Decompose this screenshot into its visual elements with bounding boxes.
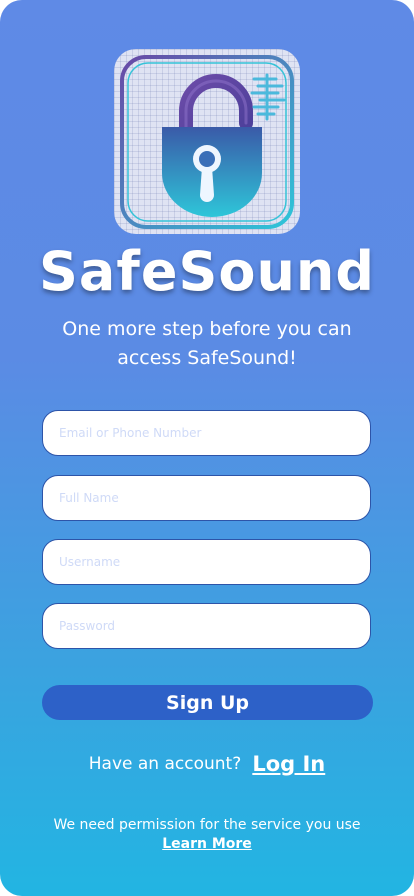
username-field[interactable]	[42, 539, 371, 585]
learn-more-link[interactable]: Learn More	[162, 835, 252, 854]
page-subtitle: One more step before you can access Safe…	[62, 318, 352, 369]
signup-button[interactable]: Sign Up	[42, 685, 373, 720]
permission-text: We need permission for the service you u…	[53, 817, 361, 833]
have-account-row: Have an account? Log In	[0, 752, 414, 776]
app-logo	[114, 49, 300, 234]
padlock-soundwave-icon	[120, 55, 294, 229]
app-title: SafeSound	[39, 240, 375, 303]
password-field[interactable]	[42, 603, 371, 649]
email-field[interactable]	[42, 410, 371, 456]
login-link[interactable]: Log In	[252, 752, 325, 776]
fullname-field[interactable]	[42, 475, 371, 521]
signup-screen: SafeSound One more step before you can a…	[0, 0, 414, 896]
permission-notice: We need permission for the service you u…	[0, 816, 414, 854]
have-account-text: Have an account?	[88, 754, 242, 774]
